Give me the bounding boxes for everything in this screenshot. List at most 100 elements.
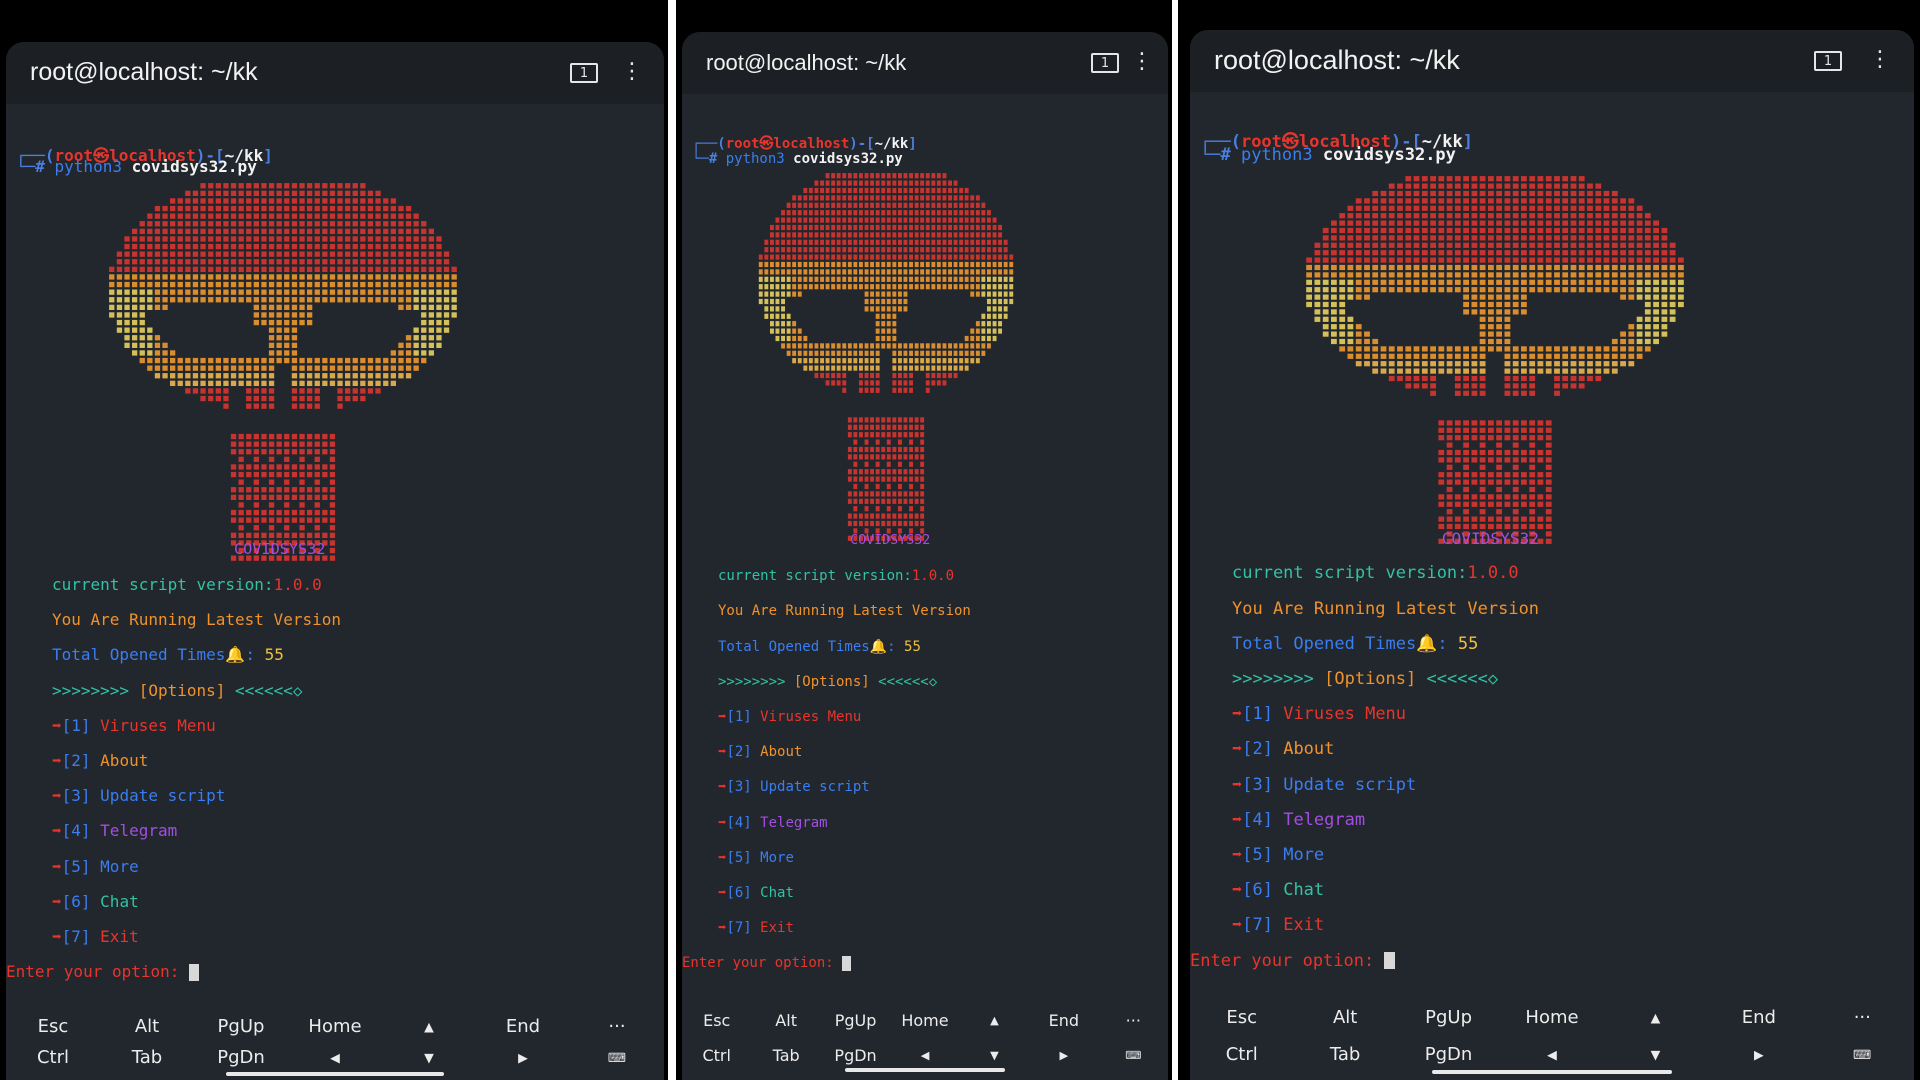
menu-option[interactable]: ➡[6] Chat [52, 892, 139, 911]
home-key[interactable]: Home [288, 1016, 382, 1037]
menu-option[interactable]: ➡[4] Telegram [1232, 810, 1365, 830]
menu-option[interactable]: ➡[5] More [1232, 845, 1324, 865]
skull-char [421, 281, 427, 288]
menu-option[interactable]: ➡[1] Viruses Menu [718, 709, 861, 725]
alt-key[interactable]: Alt [100, 1016, 194, 1037]
keyboard-toggle-icon[interactable]: ⌨ [570, 1050, 664, 1065]
skull-char [307, 289, 313, 295]
up-arrow-key[interactable]: ▲ [960, 1014, 1029, 1027]
tab-key[interactable]: Tab [751, 1046, 820, 1065]
pgdn-key[interactable]: PgDn [194, 1047, 288, 1068]
skull-char [1603, 235, 1610, 241]
pgup-key[interactable]: PgUp [1397, 1007, 1500, 1028]
home-key[interactable]: Home [1500, 1007, 1603, 1028]
skull-char [215, 373, 221, 379]
menu-option[interactable]: ➡[7] Exit [718, 920, 794, 936]
menu-option[interactable]: ➡[5] More [52, 857, 139, 876]
ctrl-key[interactable]: Ctrl [1190, 1044, 1293, 1065]
left-arrow-key[interactable]: ◀ [1500, 1047, 1603, 1062]
end-key[interactable]: End [1029, 1011, 1098, 1030]
skull-char [820, 261, 824, 268]
down-arrow-key[interactable]: ▼ [960, 1049, 1029, 1062]
end-key[interactable]: End [1707, 1007, 1810, 1028]
esc-key[interactable]: Esc [1190, 1007, 1293, 1028]
skull-char [1479, 257, 1486, 263]
input-line[interactable]: Enter your option: [6, 962, 199, 981]
menu-option[interactable]: ➡[6] Chat [1232, 880, 1324, 900]
input-line[interactable]: Enter your option: [1190, 951, 1395, 971]
menu-option[interactable]: ➡[4] Telegram [718, 815, 828, 831]
more-keys-button[interactable]: ··· [1099, 1011, 1168, 1030]
esc-key[interactable]: Esc [682, 1011, 751, 1030]
pgup-key[interactable]: PgUp [194, 1016, 288, 1037]
alt-key[interactable]: Alt [1293, 1007, 1396, 1028]
menu-option[interactable]: ➡[3] Update script [718, 779, 870, 795]
up-arrow-key[interactable]: ▲ [1604, 1010, 1707, 1025]
menu-option[interactable]: ➡[7] Exit [1232, 915, 1324, 935]
input-line[interactable]: Enter your option: [682, 955, 851, 971]
end-key[interactable]: End [476, 1016, 570, 1037]
tab-key[interactable]: Tab [100, 1047, 194, 1068]
menu-option[interactable]: ➡[2] About [1232, 739, 1334, 759]
overflow-menu-icon[interactable]: ⋮ [1131, 49, 1153, 74]
home-key[interactable]: Home [890, 1011, 959, 1030]
menu-option[interactable]: ➡[4] Telegram [52, 821, 177, 840]
more-keys-button[interactable]: ··· [570, 1016, 664, 1037]
skull-char [792, 328, 797, 334]
skull-char [284, 464, 290, 470]
session-tabs-icon[interactable]: 1 [1091, 53, 1119, 73]
menu-option[interactable]: ➡[5] More [718, 850, 794, 866]
right-arrow-key[interactable]: ▶ [476, 1050, 570, 1065]
menu-option[interactable]: ➡[3] Update script [52, 786, 225, 805]
menu-option[interactable]: ➡[3] Update script [1232, 775, 1416, 795]
skull-char [1331, 324, 1337, 330]
alt-key[interactable]: Alt [751, 1011, 820, 1030]
ctrl-key[interactable]: Ctrl [682, 1046, 751, 1065]
right-arrow-key[interactable]: ▶ [1707, 1047, 1810, 1062]
pgdn-key[interactable]: PgDn [1397, 1044, 1500, 1065]
skull-char [1644, 264, 1651, 271]
pgdn-key[interactable]: PgDn [821, 1046, 890, 1065]
skull-char [1372, 205, 1379, 211]
pgup-key[interactable]: PgUp [821, 1011, 890, 1030]
keyboard-toggle-icon[interactable]: ⌨ [1099, 1049, 1168, 1062]
session-tabs-icon[interactable]: 1 [1814, 51, 1842, 71]
tab-key[interactable]: Tab [1293, 1044, 1396, 1065]
overflow-menu-icon[interactable]: ⋮ [1869, 47, 1891, 72]
gesture-home-bar[interactable] [226, 1072, 444, 1076]
skull-char [1471, 220, 1478, 226]
left-arrow-key[interactable]: ◀ [288, 1050, 382, 1065]
up-arrow-key[interactable]: ▲ [382, 1019, 476, 1034]
menu-option[interactable]: ➡[2] About [718, 744, 802, 760]
skull-char [436, 266, 442, 272]
menu-option[interactable]: ➡[7] Exit [52, 927, 139, 946]
down-arrow-key[interactable]: ▼ [382, 1050, 476, 1065]
session-tabs-icon[interactable]: 1 [570, 63, 598, 83]
skull-char [1521, 190, 1527, 197]
ctrl-key[interactable]: Ctrl [6, 1047, 100, 1068]
skull-char [797, 254, 802, 260]
gesture-home-bar[interactable] [1432, 1070, 1672, 1074]
skull-char [291, 228, 298, 234]
skull-char [1512, 198, 1519, 204]
gesture-home-bar[interactable] [845, 1068, 1005, 1072]
skull-char [903, 491, 908, 497]
menu-option[interactable]: ➡[1] Viruses Menu [52, 716, 216, 735]
keyboard-toggle-icon[interactable]: ⌨ [1811, 1047, 1914, 1062]
skull-char [284, 198, 290, 204]
skull-char [920, 202, 925, 208]
skull-char [825, 358, 830, 364]
menu-option[interactable]: ➡[6] Chat [718, 885, 794, 901]
menu-option[interactable]: ➡[2] About [52, 751, 148, 770]
down-arrow-key[interactable]: ▼ [1604, 1047, 1707, 1062]
skull-char [842, 202, 847, 208]
more-keys-button[interactable]: ··· [1811, 1007, 1914, 1028]
skull-char [1504, 198, 1511, 204]
overflow-menu-icon[interactable]: ⋮ [621, 59, 643, 84]
left-arrow-key[interactable]: ◀ [890, 1049, 959, 1062]
right-arrow-key[interactable]: ▶ [1029, 1049, 1098, 1062]
skull-char [881, 261, 886, 268]
skull-char [914, 343, 919, 349]
esc-key[interactable]: Esc [6, 1016, 100, 1037]
menu-option[interactable]: ➡[1] Viruses Menu [1232, 704, 1406, 724]
